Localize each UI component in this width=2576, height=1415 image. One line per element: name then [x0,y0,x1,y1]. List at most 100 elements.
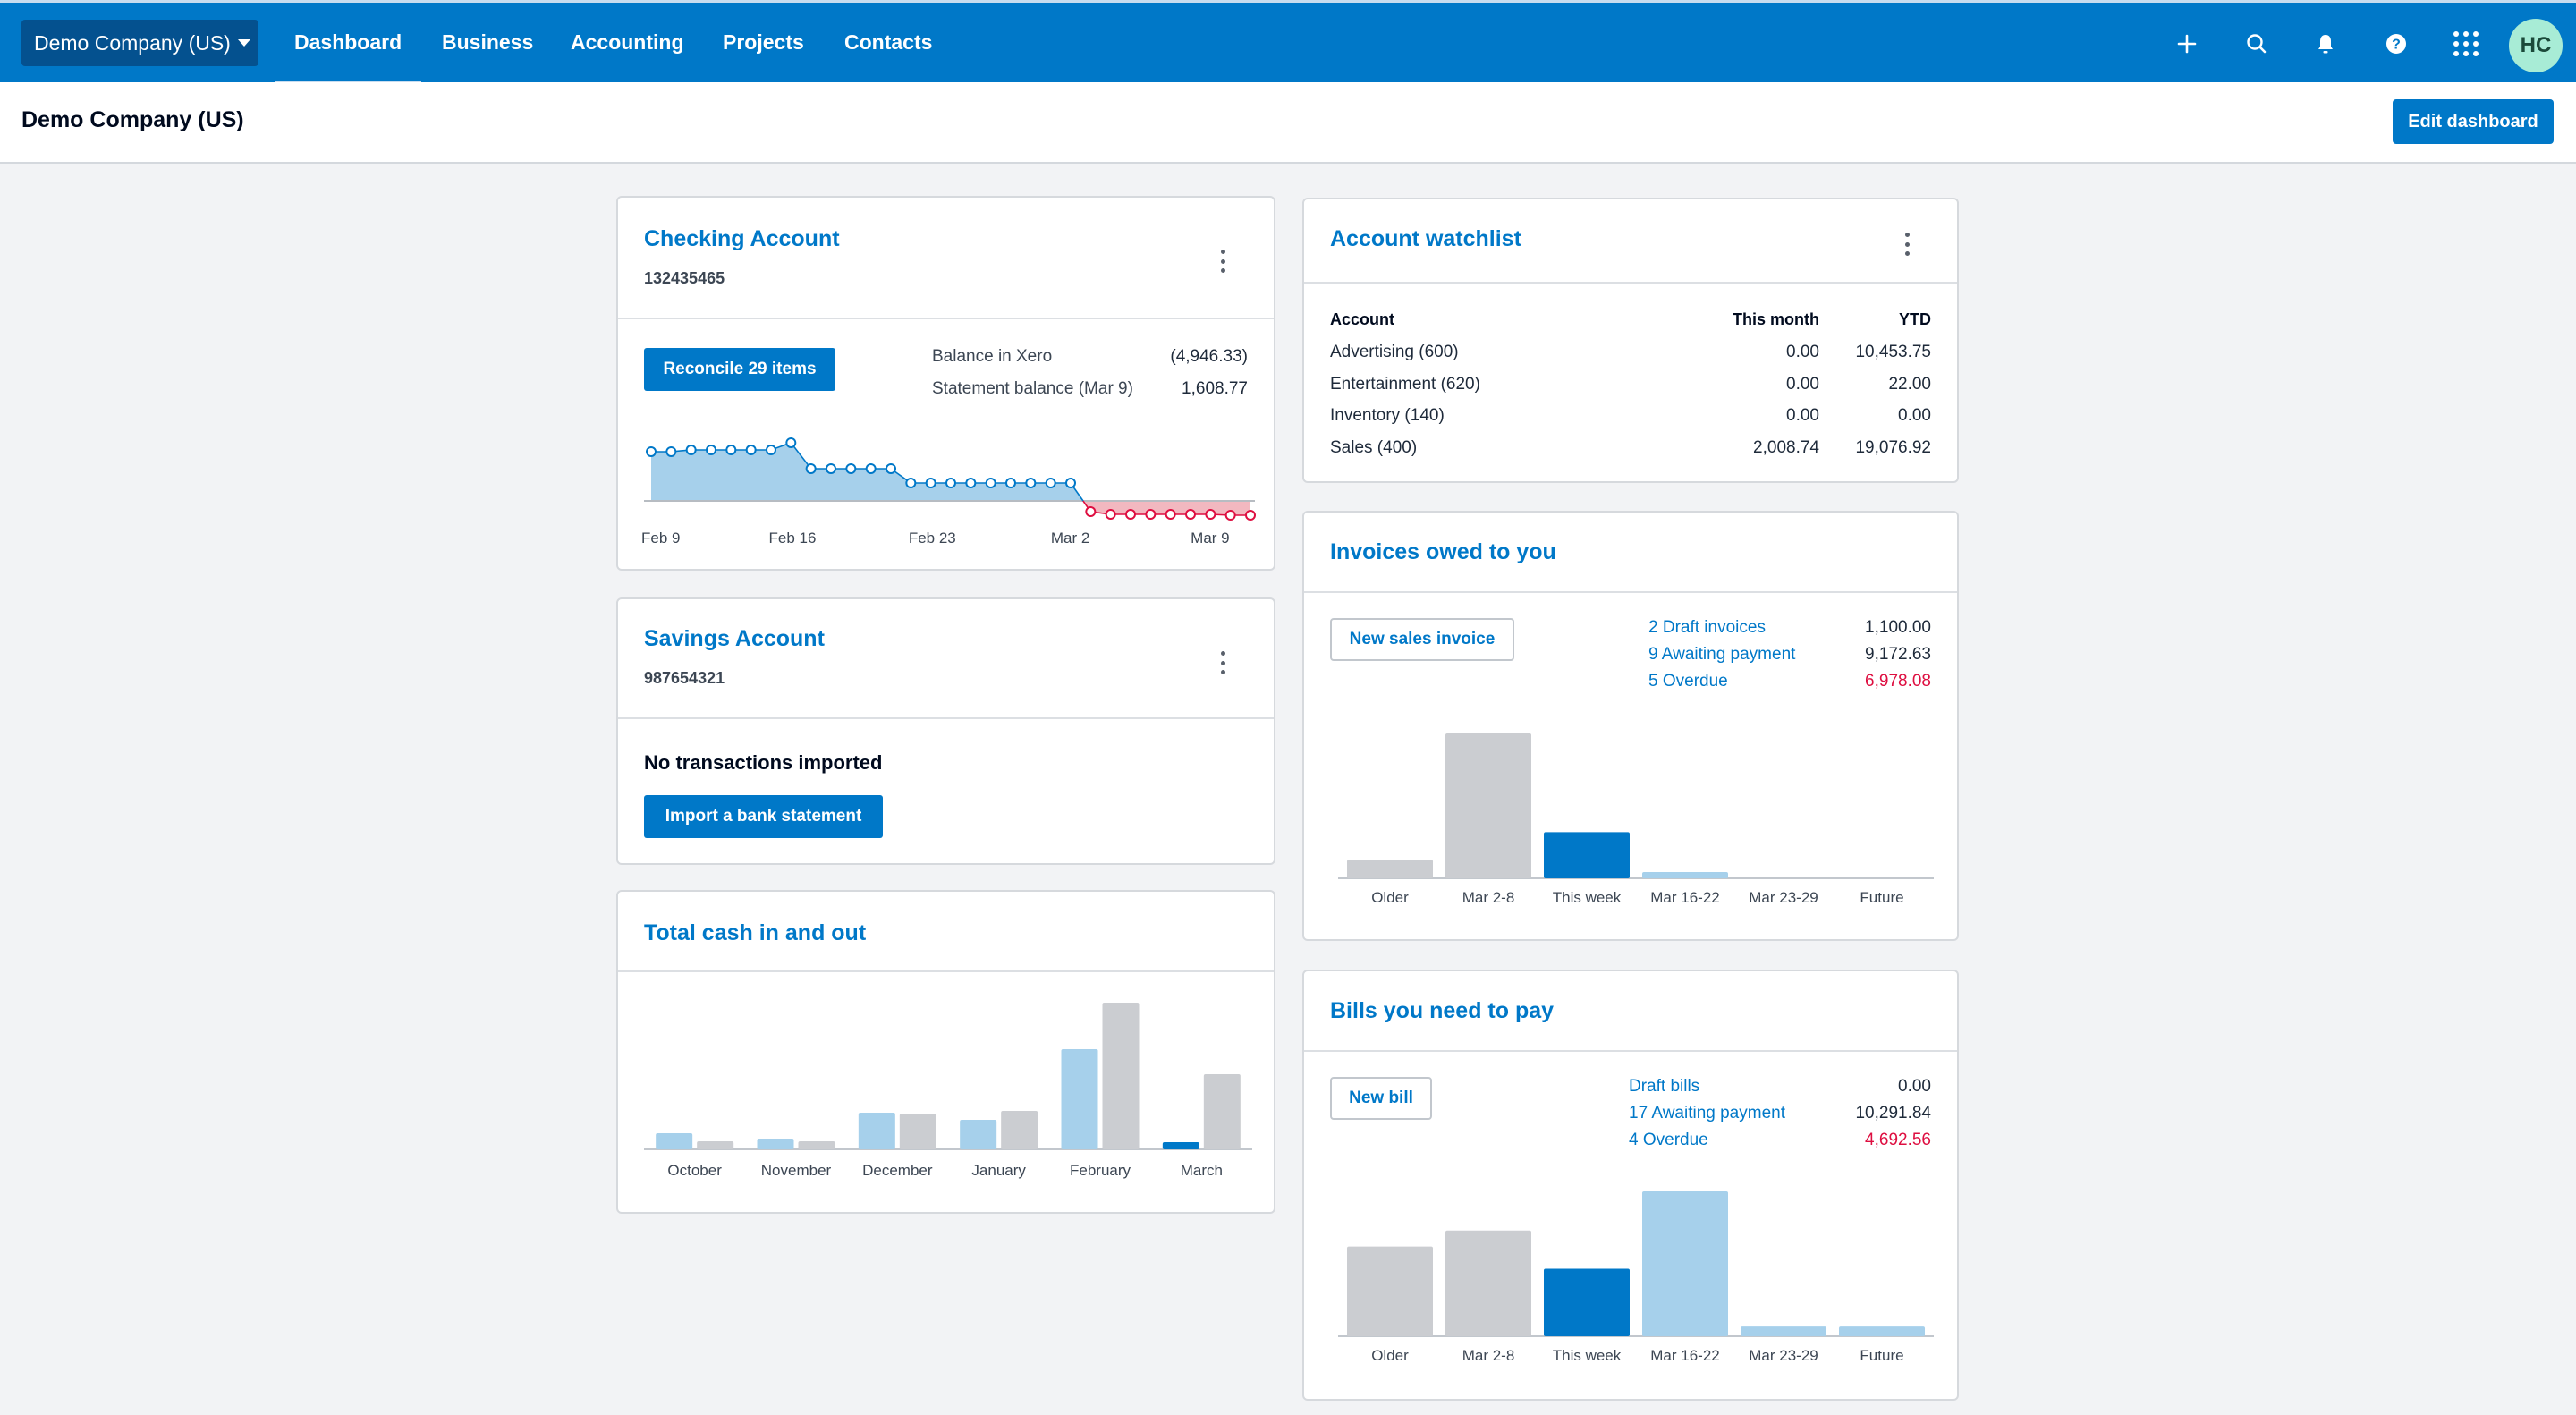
balance-point[interactable] [845,463,857,474]
aged-bar[interactable] [1642,872,1728,878]
nav-tab-business[interactable]: Business [442,3,533,82]
watchlist-ytd-value[interactable]: 22.00 [1888,375,1931,394]
balance-point[interactable] [1165,509,1176,520]
balance-point[interactable] [745,445,757,455]
balance-point[interactable] [805,463,817,474]
balance-point[interactable] [1125,509,1136,520]
aged-bar[interactable] [1445,1230,1531,1336]
balance-point[interactable] [1185,509,1196,520]
balance-point[interactable] [685,445,697,455]
aged-bar[interactable] [1347,1246,1433,1336]
balance-point[interactable] [1245,510,1256,521]
watchlist-ytd-value[interactable]: 19,076.92 [1855,438,1931,458]
aged-bar[interactable] [1839,1326,1925,1336]
balance-point[interactable] [706,445,716,455]
cash-in-bar[interactable] [1061,1049,1098,1149]
cash-out-bar[interactable] [1001,1111,1038,1149]
savings-account-title[interactable]: Savings Account [644,626,825,652]
x-tick-label: Future [1860,1347,1904,1364]
cash-in-bar[interactable] [1162,1142,1199,1149]
balance-point[interactable] [985,478,996,488]
x-tick-label: March [1180,1162,1223,1179]
balance-point[interactable] [886,463,896,474]
account-watchlist-title[interactable]: Account watchlist [1330,226,1521,252]
column-header-ytd: YTD [1899,310,1931,328]
balance-point[interactable] [1224,510,1236,521]
x-tick-label: Mar 2-8 [1462,1347,1515,1364]
aged-bar[interactable] [1544,1268,1630,1336]
balance-point[interactable] [865,463,877,474]
x-tick-label: Mar 16-22 [1650,889,1720,906]
balance-point[interactable] [826,463,836,474]
x-tick-label: Feb 23 [908,530,956,547]
cash-out-bar[interactable] [1102,1003,1140,1149]
nav-tab-dashboard[interactable]: Dashboard [274,3,422,85]
search-icon[interactable] [2239,26,2275,62]
balance-point[interactable] [945,478,956,488]
watchlist-ytd-value[interactable]: 10,453.75 [1855,343,1931,362]
balance-point[interactable] [646,446,657,457]
edit-dashboard-button[interactable]: Edit dashboard [2393,99,2554,144]
balance-point[interactable] [905,478,917,488]
invoices-owed-chart [1338,733,1934,879]
bell-icon[interactable] [2308,26,2343,62]
invoices-owed-card: Invoices owed to you New sales invoice 2… [1302,511,1959,941]
balance-point[interactable] [1145,509,1157,520]
import-bank-statement-button[interactable]: Import a bank statement [644,795,883,838]
watchlist-this-month-value[interactable]: 0.00 [1786,343,1819,362]
watchlist-ytd-value[interactable]: 0.00 [1898,406,1931,426]
cash-in-bar[interactable] [757,1139,794,1149]
watchlist-this-month-value[interactable]: 2,008.74 [1753,438,1819,458]
nav-tab-accounting[interactable]: Accounting [571,3,684,82]
cash-in-bar[interactable] [960,1120,997,1149]
bills-to-pay-chart [1338,1190,1934,1337]
aged-bar[interactable] [1741,1326,1826,1336]
watchlist-row: Advertising (600) 0.00 10,453.75 [1304,343,1957,369]
plus-icon[interactable] [2169,26,2205,62]
balance-point[interactable] [1105,509,1116,520]
balance-point[interactable] [1045,478,1056,488]
cash-in-bar[interactable] [656,1133,693,1149]
organisation-switcher[interactable]: Demo Company (US) [21,20,258,66]
balance-point[interactable] [1085,506,1097,517]
organisation-name: Demo Company (US) [34,30,231,55]
apps-grid-icon[interactable] [2448,26,2484,62]
balance-point[interactable] [766,445,776,455]
balance-point[interactable] [1205,509,1216,520]
column-header-account: Account [1330,310,1394,328]
watchlist-this-month-value[interactable]: 0.00 [1786,375,1819,394]
nav-tab-projects[interactable]: Projects [723,3,804,82]
aged-bar[interactable] [1445,733,1531,878]
balance-point[interactable] [1025,478,1037,488]
watchlist-row: Sales (400) 2,008.74 19,076.92 [1304,438,1957,465]
balance-point[interactable] [725,445,737,455]
watchlist-more-options-icon[interactable] [1896,231,1918,258]
aged-bar[interactable] [1544,832,1630,878]
balance-point[interactable] [785,437,797,448]
cash-out-bar[interactable] [697,1141,734,1149]
x-tick-label: Feb 9 [641,530,681,547]
balance-point[interactable] [965,478,977,488]
user-avatar[interactable]: HC [2509,19,2563,72]
balance-point[interactable] [1005,478,1016,488]
balance-point[interactable] [1065,478,1076,488]
watchlist-account-name: Inventory (140) [1330,406,1445,425]
cash-in-bar[interactable] [858,1113,895,1149]
savings-more-options-icon[interactable] [1212,649,1233,676]
cash-out-bar[interactable] [1203,1074,1241,1149]
aged-bar[interactable] [1642,1190,1728,1336]
nav-tab-label: Business [442,30,534,54]
watchlist-row: Entertainment (620) 0.00 22.00 [1304,375,1957,402]
column-header-this-month: This month [1733,310,1819,328]
watchlist-account-name: Entertainment (620) [1330,374,1480,394]
help-icon[interactable]: ? [2378,26,2414,62]
x-tick-label: January [971,1162,1026,1179]
balance-point[interactable] [665,446,677,457]
watchlist-this-month-value[interactable]: 0.00 [1786,406,1819,426]
balance-point[interactable] [925,478,936,488]
cash-out-bar[interactable] [798,1141,835,1149]
aged-bar[interactable] [1347,860,1433,878]
nav-tab-contacts[interactable]: Contacts [844,3,932,82]
top-navigation-bar: Demo Company (US) Dashboard Business Acc… [0,0,2576,85]
cash-out-bar[interactable] [899,1114,936,1149]
